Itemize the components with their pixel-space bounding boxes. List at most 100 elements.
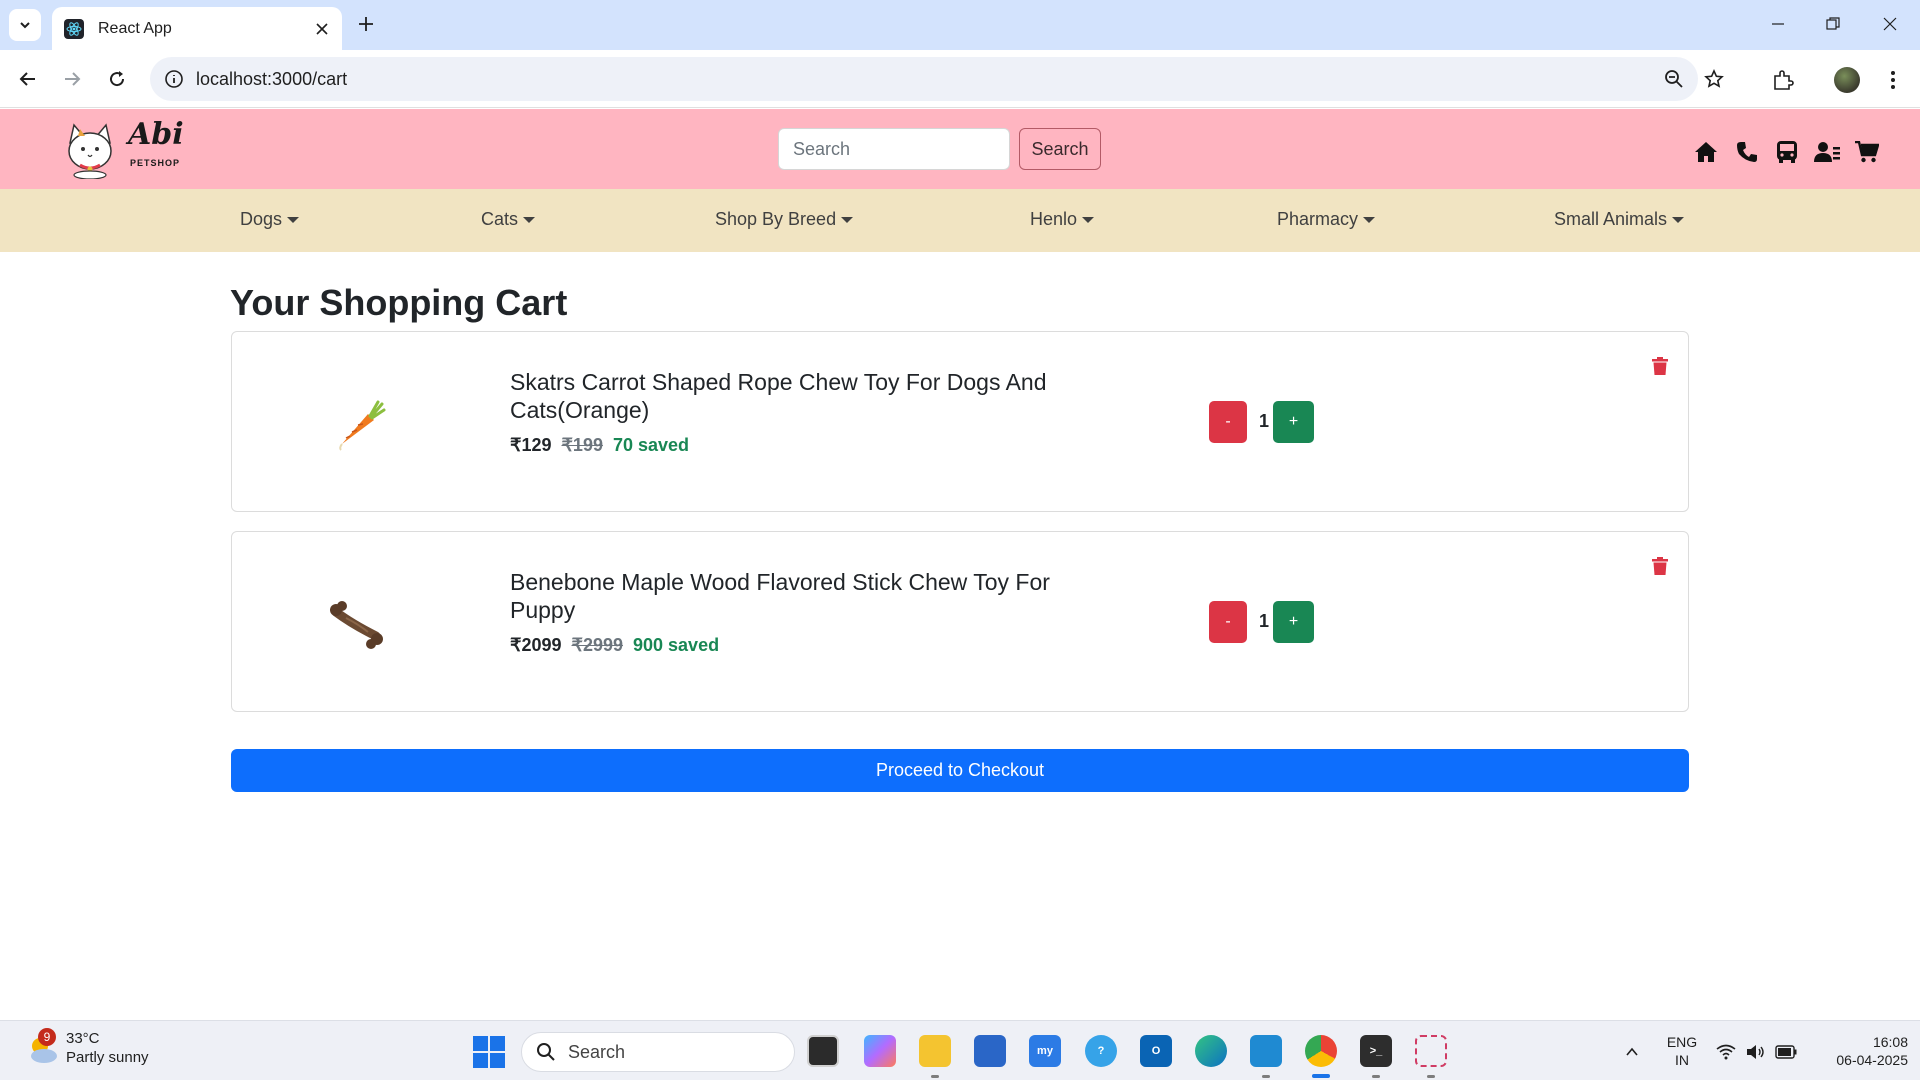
site-info-icon[interactable] — [164, 69, 184, 89]
windows-start-icon[interactable] — [473, 1036, 505, 1068]
microsoft-store-icon[interactable] — [974, 1035, 1006, 1067]
tab-active[interactable]: React App — [52, 7, 342, 50]
chrome-icon[interactable] — [1305, 1035, 1337, 1067]
browser-toolbar: localhost:3000/cart — [0, 50, 1920, 108]
taskbar: 9 33°C Partly sunny Search my ? O >_ ENG… — [0, 1020, 1920, 1080]
taskbar-search[interactable]: Search — [521, 1032, 795, 1072]
home-icon[interactable] — [1693, 139, 1719, 165]
nav-item-small-animals[interactable]: Small Animals — [1554, 209, 1685, 230]
increase-quantity-button[interactable]: + — [1273, 401, 1314, 443]
bus-icon[interactable] — [1774, 139, 1800, 165]
user-card-icon[interactable] — [1814, 139, 1840, 165]
browser-tabstrip: React App — [0, 0, 1920, 50]
terminal-icon[interactable]: >_ — [1360, 1035, 1392, 1067]
zoom-icon[interactable] — [1662, 67, 1686, 91]
nav-label: Dogs — [240, 209, 283, 229]
caret-down-icon — [1363, 216, 1376, 223]
caret-down-icon — [841, 216, 854, 223]
edge-icon[interactable] — [1195, 1035, 1227, 1067]
product-name[interactable]: Benebone Maple Wood Flavored Stick Chew … — [510, 568, 1070, 624]
wifi-icon[interactable] — [1715, 1041, 1737, 1063]
partly-sunny-icon: 9 — [24, 1028, 60, 1066]
task-view-icon[interactable] — [807, 1035, 839, 1067]
price-row: ₹129 ₹199 70 saved — [510, 435, 689, 456]
forward-icon[interactable] — [57, 64, 87, 94]
checkout-button[interactable]: Proceed to Checkout — [231, 749, 1689, 792]
close-window-icon[interactable] — [1878, 12, 1902, 36]
nav-label: Pharmacy — [1277, 209, 1359, 229]
vscode-icon[interactable] — [1250, 1035, 1282, 1067]
caret-down-icon — [1082, 216, 1095, 223]
search-icon — [537, 1043, 555, 1061]
increase-quantity-button[interactable]: + — [1273, 601, 1314, 643]
back-icon[interactable] — [13, 64, 43, 94]
react-icon — [64, 18, 84, 39]
language-indicator[interactable]: ENG IN — [1664, 1033, 1700, 1069]
address-bar[interactable]: localhost:3000/cart — [150, 57, 1724, 101]
tab-search-button[interactable] — [9, 9, 41, 41]
phone-icon[interactable] — [1734, 139, 1760, 165]
clock-date: 06-04-2025 — [1836, 1052, 1908, 1068]
trash-icon[interactable] — [1649, 354, 1671, 378]
new-tab-icon[interactable] — [354, 12, 378, 36]
snipping-tool-icon[interactable] — [1415, 1035, 1447, 1067]
mylp-icon[interactable]: my — [1029, 1035, 1061, 1067]
product-name[interactable]: Skatrs Carrot Shaped Rope Chew Toy For D… — [510, 368, 1070, 424]
logo-text: Abi — [128, 117, 184, 152]
logo-subtext: PETSHOP — [130, 158, 181, 168]
extensions-icon[interactable] — [1770, 67, 1796, 93]
decrease-quantity-button[interactable]: - — [1209, 401, 1247, 443]
carrot-toy-image[interactable] — [322, 392, 392, 452]
nav-label: Henlo — [1030, 209, 1078, 229]
menu-dots-icon[interactable] — [1880, 67, 1906, 93]
weather-temp: 33°C — [66, 1030, 100, 1047]
minimize-icon[interactable] — [1766, 12, 1790, 36]
price-current: ₹2099 — [510, 635, 562, 655]
bookmark-star-icon[interactable] — [1702, 67, 1726, 91]
price-row: ₹2099 ₹2999 900 saved — [510, 635, 719, 656]
clock[interactable]: 16:08 06-04-2025 — [1808, 1033, 1908, 1069]
close-tab-icon[interactable] — [310, 17, 334, 41]
site-logo[interactable]: Abi PETSHOP — [66, 117, 196, 180]
decrease-quantity-button[interactable]: - — [1209, 601, 1247, 643]
taskbar-search-label: Search — [568, 1041, 626, 1062]
nav-item-dogs[interactable]: Dogs — [240, 209, 300, 230]
price-original: ₹199 — [561, 435, 603, 455]
chevron-up-icon[interactable] — [1621, 1041, 1643, 1063]
price-saved: 900 saved — [633, 635, 720, 655]
stick-chew-toy-image[interactable] — [322, 592, 392, 652]
nav-item-shop-by-breed[interactable]: Shop By Breed — [715, 209, 854, 230]
reload-icon[interactable] — [102, 64, 132, 94]
chevron-down-icon — [20, 22, 30, 29]
region-code: IN — [1675, 1052, 1689, 1068]
caret-down-icon — [1672, 216, 1685, 223]
weather-badge: 9 — [38, 1028, 56, 1046]
trash-icon[interactable] — [1649, 554, 1671, 578]
url-text: localhost:3000/cart — [196, 68, 348, 89]
search-input[interactable] — [778, 128, 1010, 170]
price-saved: 70 saved — [612, 435, 690, 455]
battery-icon[interactable] — [1775, 1041, 1797, 1063]
caret-down-icon — [523, 216, 536, 223]
nav-item-henlo[interactable]: Henlo — [1030, 209, 1095, 230]
volume-icon[interactable] — [1745, 1041, 1767, 1063]
price-original: ₹2999 — [571, 635, 624, 655]
profile-avatar[interactable] — [1834, 67, 1860, 93]
outlook-icon[interactable]: O — [1140, 1035, 1172, 1067]
tab-title: React App — [98, 19, 172, 37]
nav-item-cats[interactable]: Cats — [481, 209, 536, 230]
weather-desc: Partly sunny — [66, 1049, 149, 1066]
restore-icon[interactable] — [1821, 12, 1845, 36]
copilot-icon[interactable] — [864, 1035, 896, 1067]
file-explorer-icon[interactable] — [919, 1035, 951, 1067]
nav-item-pharmacy[interactable]: Pharmacy — [1277, 209, 1376, 230]
cart-icon[interactable] — [1854, 139, 1880, 165]
weather-widget[interactable]: 9 33°C Partly sunny — [24, 1028, 149, 1067]
site-header: Abi PETSHOP Search — [0, 109, 1920, 189]
cart-item-card: Benebone Maple Wood Flavored Stick Chew … — [231, 531, 1689, 712]
clock-time: 16:08 — [1872, 1034, 1908, 1050]
nav-label: Cats — [481, 209, 519, 229]
search-button[interactable]: Search — [1019, 128, 1101, 170]
nav-label: Shop By Breed — [715, 209, 837, 229]
help-icon[interactable]: ? — [1085, 1035, 1117, 1067]
